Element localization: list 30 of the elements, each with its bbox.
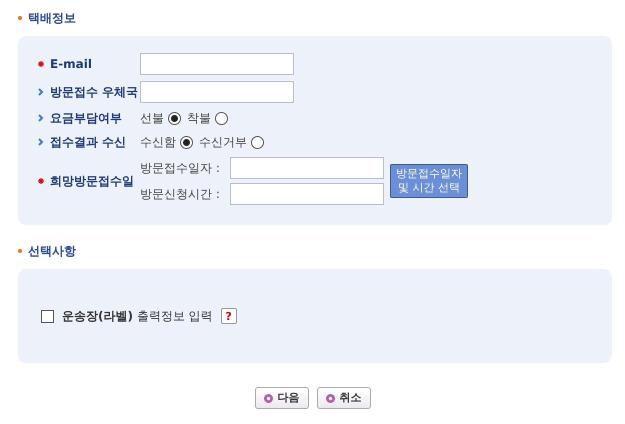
checkbox-label: 운송장(라벨) 출력정보 입력 — [62, 308, 213, 325]
checkbox[interactable] — [41, 310, 54, 322]
radio-label: 선불 — [140, 110, 164, 127]
input-field[interactable] — [230, 183, 384, 205]
section-title: 택배정보 — [28, 10, 76, 27]
field-label: 접수결과 수신 — [50, 134, 126, 151]
field-label: 방문신청시간 : — [140, 186, 221, 203]
radio-label: 수신함 — [140, 134, 176, 151]
field-label: E-mail — [50, 56, 92, 73]
input-field[interactable] — [230, 157, 384, 179]
radio-label: 착불 — [187, 110, 211, 127]
input-field[interactable] — [140, 81, 294, 103]
action-button[interactable]: 다음 — [254, 387, 308, 409]
bullet-icon — [326, 394, 334, 402]
bullet-icon — [264, 394, 272, 402]
field-label: 방문접수 우체국 — [50, 84, 138, 101]
field-label: 방문접수일자 : — [140, 160, 221, 177]
radio-button[interactable] — [180, 136, 193, 148]
radio-button[interactable] — [168, 112, 181, 124]
field-label: 요금부담여부 — [50, 110, 122, 127]
bullet-icon — [18, 16, 22, 20]
action-button[interactable]: 취소 — [316, 387, 370, 409]
input-field[interactable] — [140, 53, 294, 75]
section-title: 선택사항 — [28, 243, 76, 260]
field-label: 희망방문접수일 — [50, 173, 134, 190]
radio-button[interactable] — [251, 136, 264, 148]
radio-label: 수신거부 — [199, 134, 247, 151]
radio-button[interactable] — [215, 112, 228, 124]
bullet-icon — [18, 249, 22, 253]
help-button[interactable]: ? — [220, 308, 237, 324]
